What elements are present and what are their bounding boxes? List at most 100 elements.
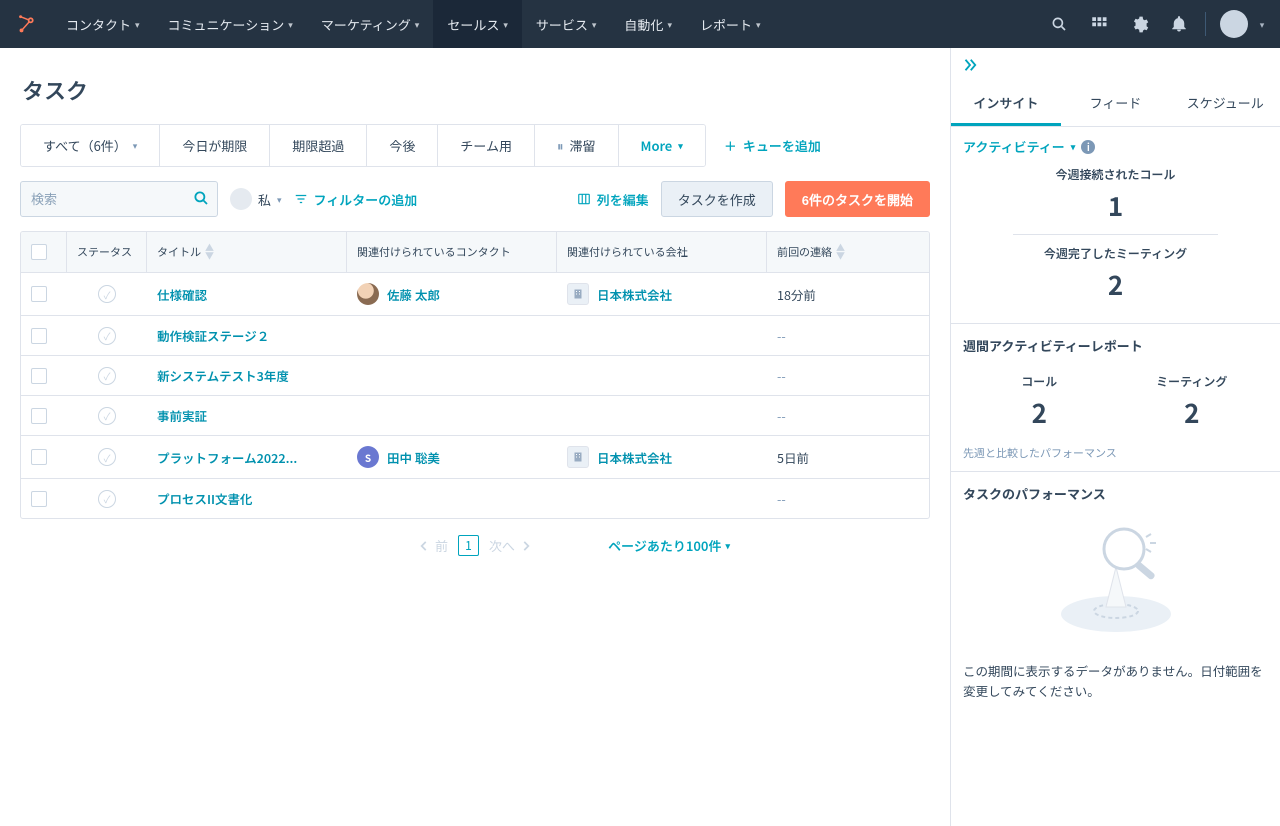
collapse-panel-button[interactable] (951, 48, 1280, 82)
search-icon[interactable] (1039, 0, 1079, 48)
plus-icon: ＋ (724, 136, 737, 155)
task-title-link[interactable]: プロセスII文書化 (157, 489, 252, 508)
side-tabs: インサイト フィード スケジュール (951, 82, 1280, 127)
edit-columns-button[interactable]: 列を編集 (577, 190, 649, 209)
complete-task-toggle[interactable]: ✓ (98, 285, 116, 303)
search-icon[interactable] (192, 189, 210, 207)
pagination: 前 1 次へ ページあたり100件▾ (20, 535, 930, 556)
top-nav: コンタクト▾コミュニケーション▾マーケティング▾セールス▾サービス▾自動化▾レポ… (0, 0, 1280, 48)
chevron-down-icon: ▾ (277, 193, 282, 206)
per-page-selector[interactable]: ページあたり100件▾ (608, 536, 730, 555)
view-tab[interactable]: すべて（6件）▾ (21, 125, 160, 166)
company-link[interactable]: 日本株式会社 (597, 285, 672, 304)
building-icon (567, 446, 589, 468)
view-tab[interactable]: 今日が期限 (160, 125, 270, 166)
contact-link[interactable]: 田中 聡美 (387, 448, 440, 467)
account-menu-caret[interactable]: ▾ (1250, 0, 1270, 48)
prev-page-button[interactable]: 前 (417, 536, 448, 555)
owner-filter[interactable]: 私 ▾ (230, 188, 282, 210)
table-header: ステータス タイトル▲▼ 関連付けられているコンタクト 関連付けられている会社 … (21, 232, 929, 273)
main-content: タスク すべて（6件）▾今日が期限期限超過今後チーム用⏸滞留More▾ ＋ キュ… (0, 48, 950, 826)
start-tasks-button[interactable]: 6件のタスクを開始 (785, 181, 930, 217)
complete-task-toggle[interactable]: ✓ (98, 490, 116, 508)
view-tab[interactable]: 今後 (367, 125, 438, 166)
building-icon (567, 283, 589, 305)
more-views-button[interactable]: More▾ (619, 125, 705, 166)
col-last-contact[interactable]: 前回の連絡▲▼ (767, 232, 929, 272)
hubspot-logo-icon[interactable] (16, 13, 38, 35)
add-queue-label: キューを追加 (743, 136, 821, 155)
col-contact[interactable]: 関連付けられているコンタクト (347, 232, 557, 272)
col-title[interactable]: タイトル▲▼ (147, 232, 347, 272)
task-title-link[interactable]: プラットフォーム2022... (157, 448, 297, 467)
row-checkbox[interactable] (31, 449, 47, 465)
complete-task-toggle[interactable]: ✓ (98, 407, 116, 425)
nav-item[interactable]: コミュニケーション▾ (154, 0, 307, 48)
nav-item[interactable]: 自動化▾ (610, 0, 686, 48)
add-filter-label: フィルターの追加 (314, 190, 418, 209)
settings-icon[interactable] (1119, 0, 1159, 48)
last-contact-value: 5日前 (777, 448, 809, 467)
task-title-link[interactable]: 事前実証 (157, 406, 207, 425)
task-title-link[interactable]: 動作検証ステージ２ (157, 326, 269, 345)
last-contact-value: -- (777, 489, 786, 508)
owner-label: 私 (258, 190, 271, 209)
chevron-down-icon: ▾ (678, 139, 683, 152)
contact-link[interactable]: 佐藤 太郎 (387, 285, 440, 304)
col-company[interactable]: 関連付けられている会社 (557, 232, 767, 272)
notifications-icon[interactable] (1159, 0, 1199, 48)
stat-calls: コール 2 (963, 363, 1116, 441)
chevron-down-icon: ▾ (133, 139, 138, 152)
nav-item[interactable]: コンタクト▾ (52, 0, 154, 48)
view-tabs: すべて（6件）▾今日が期限期限超過今後チーム用⏸滞留More▾ (20, 124, 706, 167)
contact-avatar (357, 283, 379, 305)
nav-divider (1205, 12, 1206, 36)
complete-task-toggle[interactable]: ✓ (98, 448, 116, 466)
chevron-down-icon: ▾ (592, 18, 597, 31)
create-task-button[interactable]: タスクを作成 (661, 181, 773, 217)
col-status[interactable]: ステータス (67, 232, 147, 272)
user-avatar[interactable] (1220, 10, 1248, 38)
page-number[interactable]: 1 (458, 535, 479, 556)
view-tab[interactable]: ⏸滞留 (535, 125, 619, 166)
chevron-down-icon: ▾ (288, 18, 293, 31)
row-checkbox[interactable] (31, 368, 47, 384)
page-title: タスク (22, 74, 930, 106)
view-tab[interactable]: チーム用 (438, 125, 535, 166)
nav-item[interactable]: セールス▾ (433, 0, 522, 48)
tab-insight[interactable]: インサイト (951, 82, 1061, 126)
empty-state-illustration (963, 511, 1268, 651)
last-contact-value: 18分前 (777, 285, 816, 304)
user-icon (230, 188, 252, 210)
last-contact-value: -- (777, 366, 786, 385)
row-checkbox[interactable] (31, 328, 47, 344)
tab-schedule[interactable]: スケジュール (1170, 82, 1280, 126)
task-title-link[interactable]: 仕様確認 (157, 285, 207, 304)
side-panel: インサイト フィード スケジュール アクティビティー ▾ i 今週接続されたコー… (950, 48, 1280, 826)
company-link[interactable]: 日本株式会社 (597, 448, 672, 467)
add-filter-button[interactable]: フィルターの追加 (294, 190, 418, 209)
row-checkbox[interactable] (31, 491, 47, 507)
activity-dropdown[interactable]: アクティビティー ▾ i (963, 137, 1268, 156)
next-page-button[interactable]: 次へ (489, 536, 533, 555)
search-input[interactable] (20, 181, 218, 217)
add-queue-button[interactable]: ＋ キューを追加 (724, 136, 821, 155)
complete-task-toggle[interactable]: ✓ (98, 367, 116, 385)
chevron-down-icon: ▾ (725, 539, 730, 552)
select-all-checkbox[interactable] (31, 244, 47, 260)
edit-columns-label: 列を編集 (597, 190, 649, 209)
task-title-link[interactable]: 新システムテスト3年度 (157, 366, 289, 385)
table-row: ✓ プラットフォーム2022... S田中 聡美 日本株式会社 5日前 (21, 436, 929, 479)
marketplace-icon[interactable] (1079, 0, 1119, 48)
row-checkbox[interactable] (31, 408, 47, 424)
nav-item[interactable]: サービス▾ (522, 0, 611, 48)
row-checkbox[interactable] (31, 286, 47, 302)
info-icon[interactable]: i (1081, 140, 1095, 154)
nav-item[interactable]: レポート▾ (686, 0, 775, 48)
nav-item[interactable]: マーケティング▾ (307, 0, 434, 48)
tab-feed[interactable]: フィード (1061, 82, 1171, 126)
complete-task-toggle[interactable]: ✓ (98, 327, 116, 345)
table-row: ✓ 動作検証ステージ２ -- (21, 316, 929, 356)
search-field (20, 181, 218, 217)
view-tab[interactable]: 期限超過 (270, 125, 367, 166)
